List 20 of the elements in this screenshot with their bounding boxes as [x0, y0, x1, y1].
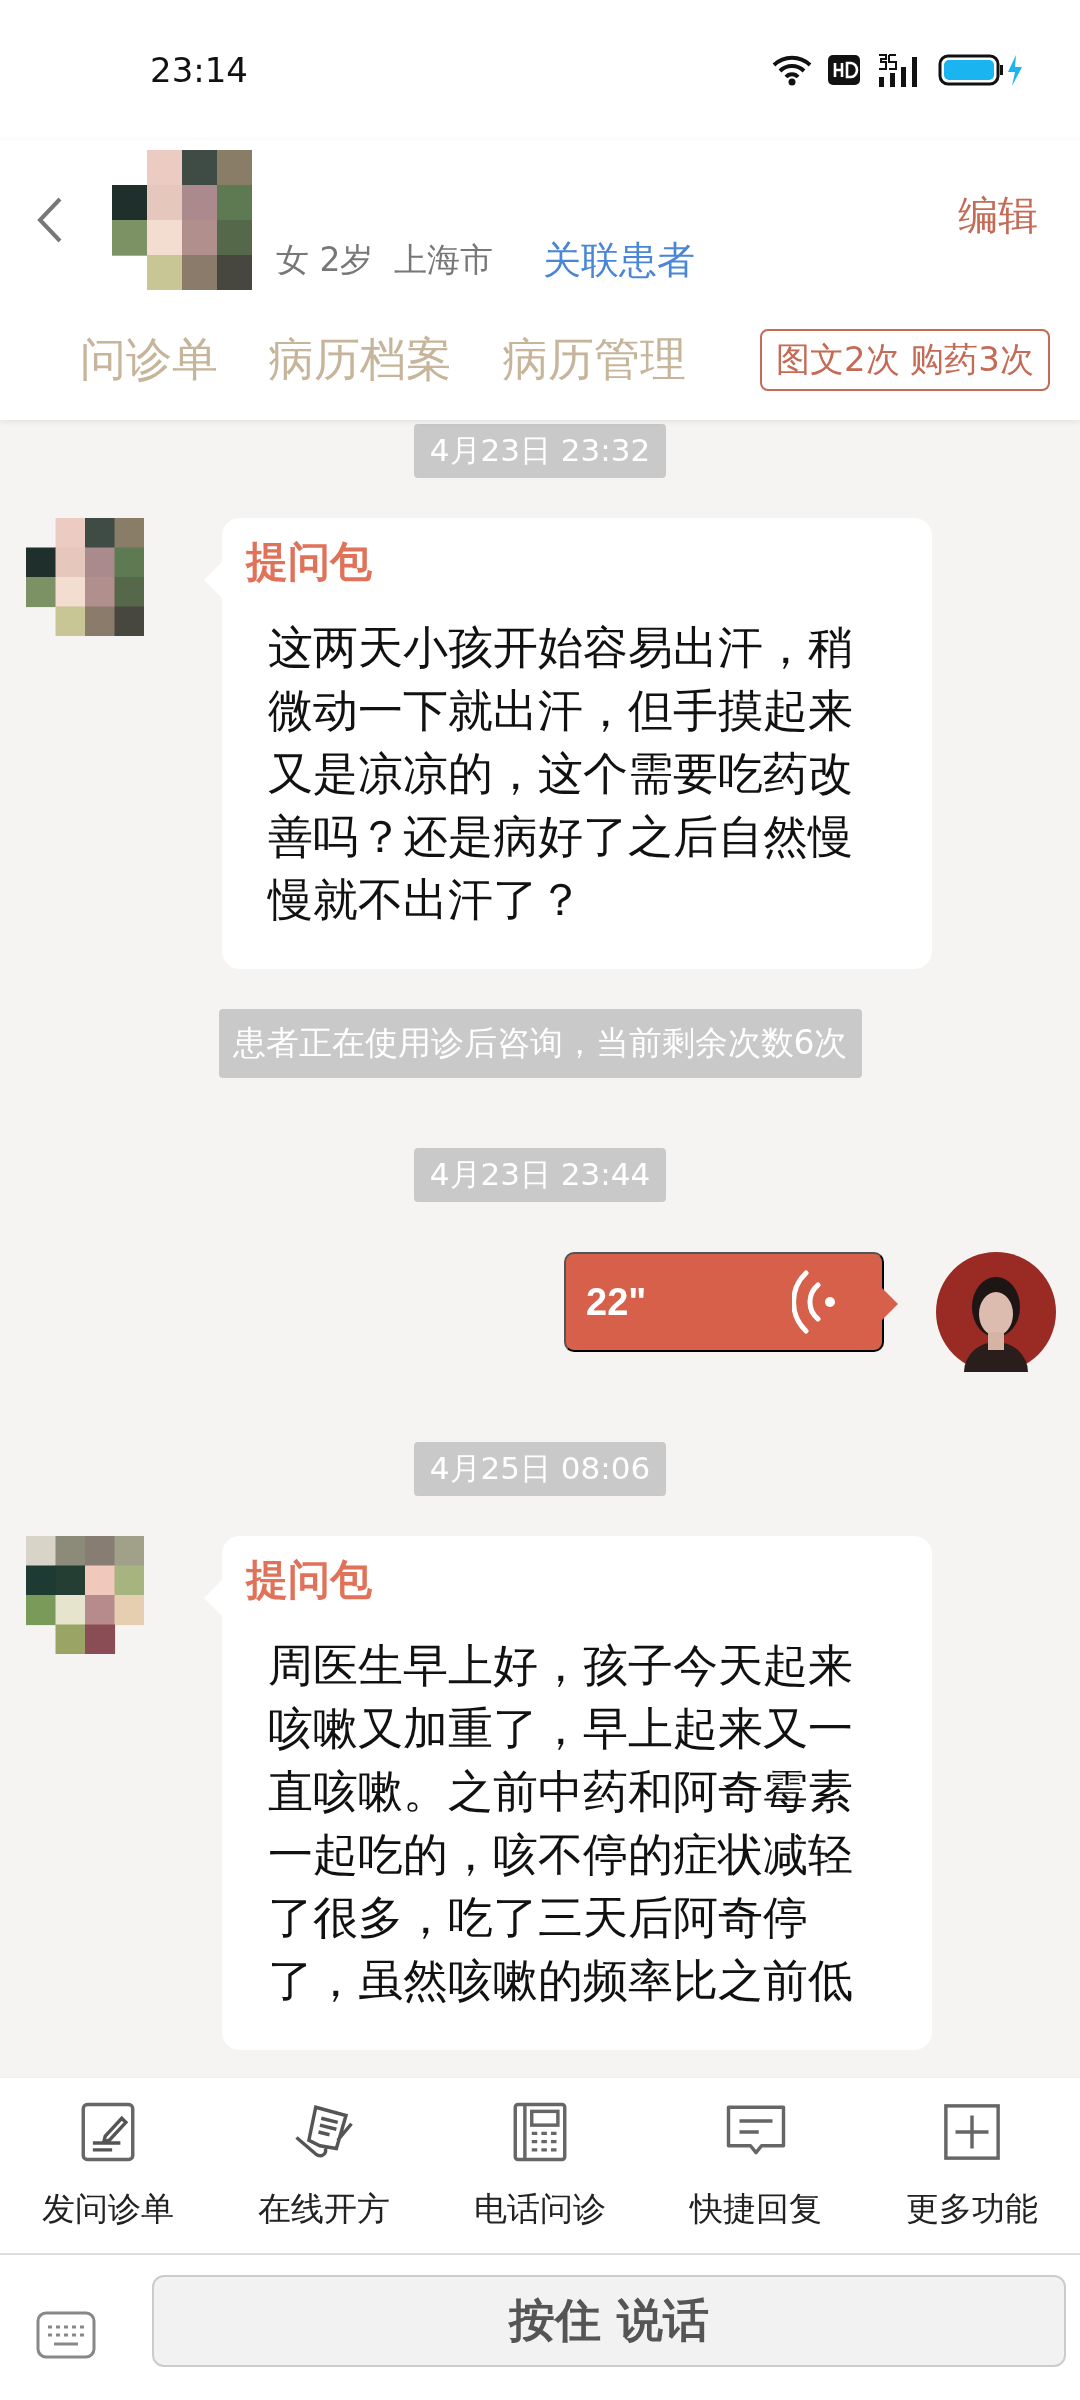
link-patient-link[interactable]: 关联患者 [542, 234, 695, 286]
status-time: 23:14 [150, 50, 249, 90]
patient-city: 上海市 [393, 238, 493, 281]
message-text: 周医生早上好，孩子今天起来咳嗽又加重了，早上起来又一直咳嗽。之前中药和阿奇霉素一起吃的，咳不停的症状减轻了很多，吃了三天后阿奇停了，虽然咳嗽的频率比之前低 [268, 1638, 854, 2009]
message-text: 这两天小孩开始容易出汗，稍微动一下就出汗，但手摸起来又是凉凉的，这个需要吃药改善吗？还是病好了之后自然慢慢就不出汗了？ [268, 620, 854, 928]
toolbar-button[interactable]: 快捷回复 [648, 2078, 864, 2253]
wifi-icon [772, 54, 812, 86]
toolbar-button[interactable]: 发问诊单 [0, 2078, 216, 2253]
quota-badge: 图文2次 购药3次 [759, 329, 1050, 391]
hd-icon [828, 55, 860, 85]
keyboard-icon[interactable] [36, 2311, 96, 2359]
message-title: 提问包 [246, 536, 373, 588]
battery-icon [938, 53, 1024, 87]
toolbar-button[interactable]: 更多功能 [864, 2078, 1080, 2253]
toolbar-button[interactable]: 电话问诊 [432, 2078, 648, 2253]
hold-to-talk-button[interactable]: 按住 说话 [152, 2275, 1066, 2367]
toolbar-button[interactable]: 在线开方 [216, 2078, 432, 2253]
patient-info: 女 2岁 [276, 238, 374, 281]
edit-button[interactable]: 编辑 [952, 187, 1044, 253]
message-title: 提问包 [246, 1554, 373, 1606]
